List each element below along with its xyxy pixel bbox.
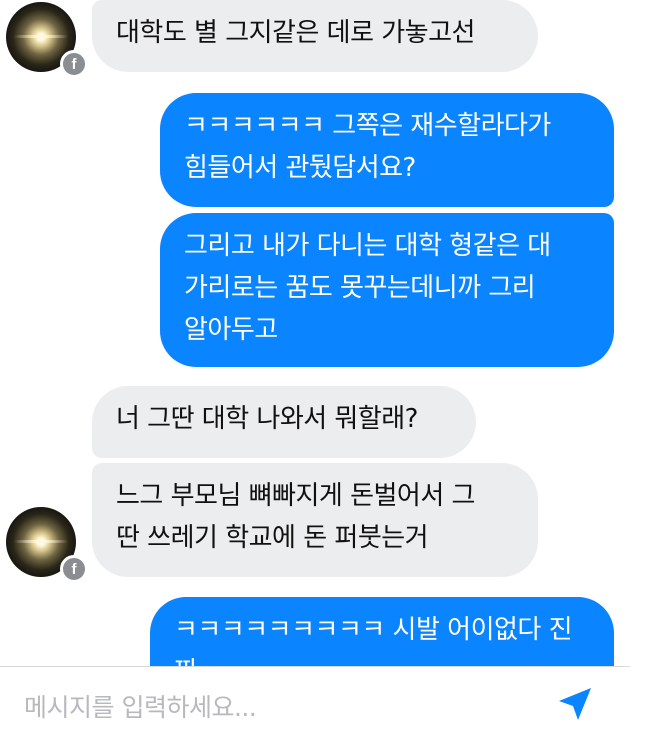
message-bubble-incoming[interactable]: 너 그딴 대학 나와서 뭐할래? (92, 386, 476, 458)
message-bubble-outgoing[interactable]: ㅋㅋㅋㅋㅋㅋㅋㅋㅋ 시발 어이없다 진 짜 (150, 597, 614, 666)
message-text: ㅋㅋㅋㅋㅋㅋㅋㅋㅋ 시발 어이없다 진 (174, 615, 573, 645)
avatar-light-flare (14, 35, 68, 38)
message-bubble-incoming[interactable]: 느그 부모님 뼈빠지게 돈벌어서 그 딴 쓰레기 학교에 돈 퍼붓는거 (92, 463, 538, 577)
message-bubble-incoming[interactable]: 대학도 별 그지같은 데로 가놓고선 (92, 0, 538, 72)
message-text: 힘들어서 관뒀담서요? (184, 153, 416, 183)
message-text: 그리고 내가 다니는 대학 형같은 대 (184, 231, 551, 261)
message-input[interactable]: 메시지를 입력하세요... (24, 688, 257, 724)
message-bubble-outgoing[interactable]: ㅋㅋㅋㅋㅋㅋ 그쪽은 재수할라다가 힘들어서 관뒀담서요? (160, 93, 614, 207)
facebook-icon: f (60, 50, 88, 78)
send-icon[interactable] (555, 684, 595, 724)
contact-avatar[interactable]: f (6, 2, 88, 78)
message-bubble-outgoing[interactable]: 그리고 내가 다니는 대학 형같은 대 가리로는 꿈도 못꾸는데니까 그리 알아… (160, 213, 614, 367)
message-composer: 메시지를 입력하세요... (0, 666, 672, 737)
message-text: 느그 부모님 뼈빠지게 돈벌어서 그 (116, 481, 475, 511)
chat-thread: f 대학도 별 그지같은 데로 가놓고선 ㅋㅋㅋㅋㅋㅋ 그쪽은 재수할라다가 힘… (0, 0, 672, 666)
message-text: 딴 쓰레기 학교에 돈 퍼붓는거 (116, 523, 429, 553)
message-text: ㅋㅋㅋㅋㅋㅋ 그쪽은 재수할라다가 (184, 111, 551, 141)
message-text: 가리로는 꿈도 못꾸는데니까 그리 (184, 273, 536, 303)
message-text: 너 그딴 대학 나와서 뭐할래? (116, 404, 418, 434)
avatar-light-flare (14, 540, 68, 543)
composer-divider (0, 666, 630, 667)
message-text: 알아두고 (184, 315, 278, 345)
facebook-icon: f (60, 555, 88, 583)
message-text: 짜 (174, 651, 590, 666)
message-text: 대학도 별 그지같은 데로 가놓고선 (116, 18, 475, 48)
contact-avatar[interactable]: f (6, 507, 88, 583)
